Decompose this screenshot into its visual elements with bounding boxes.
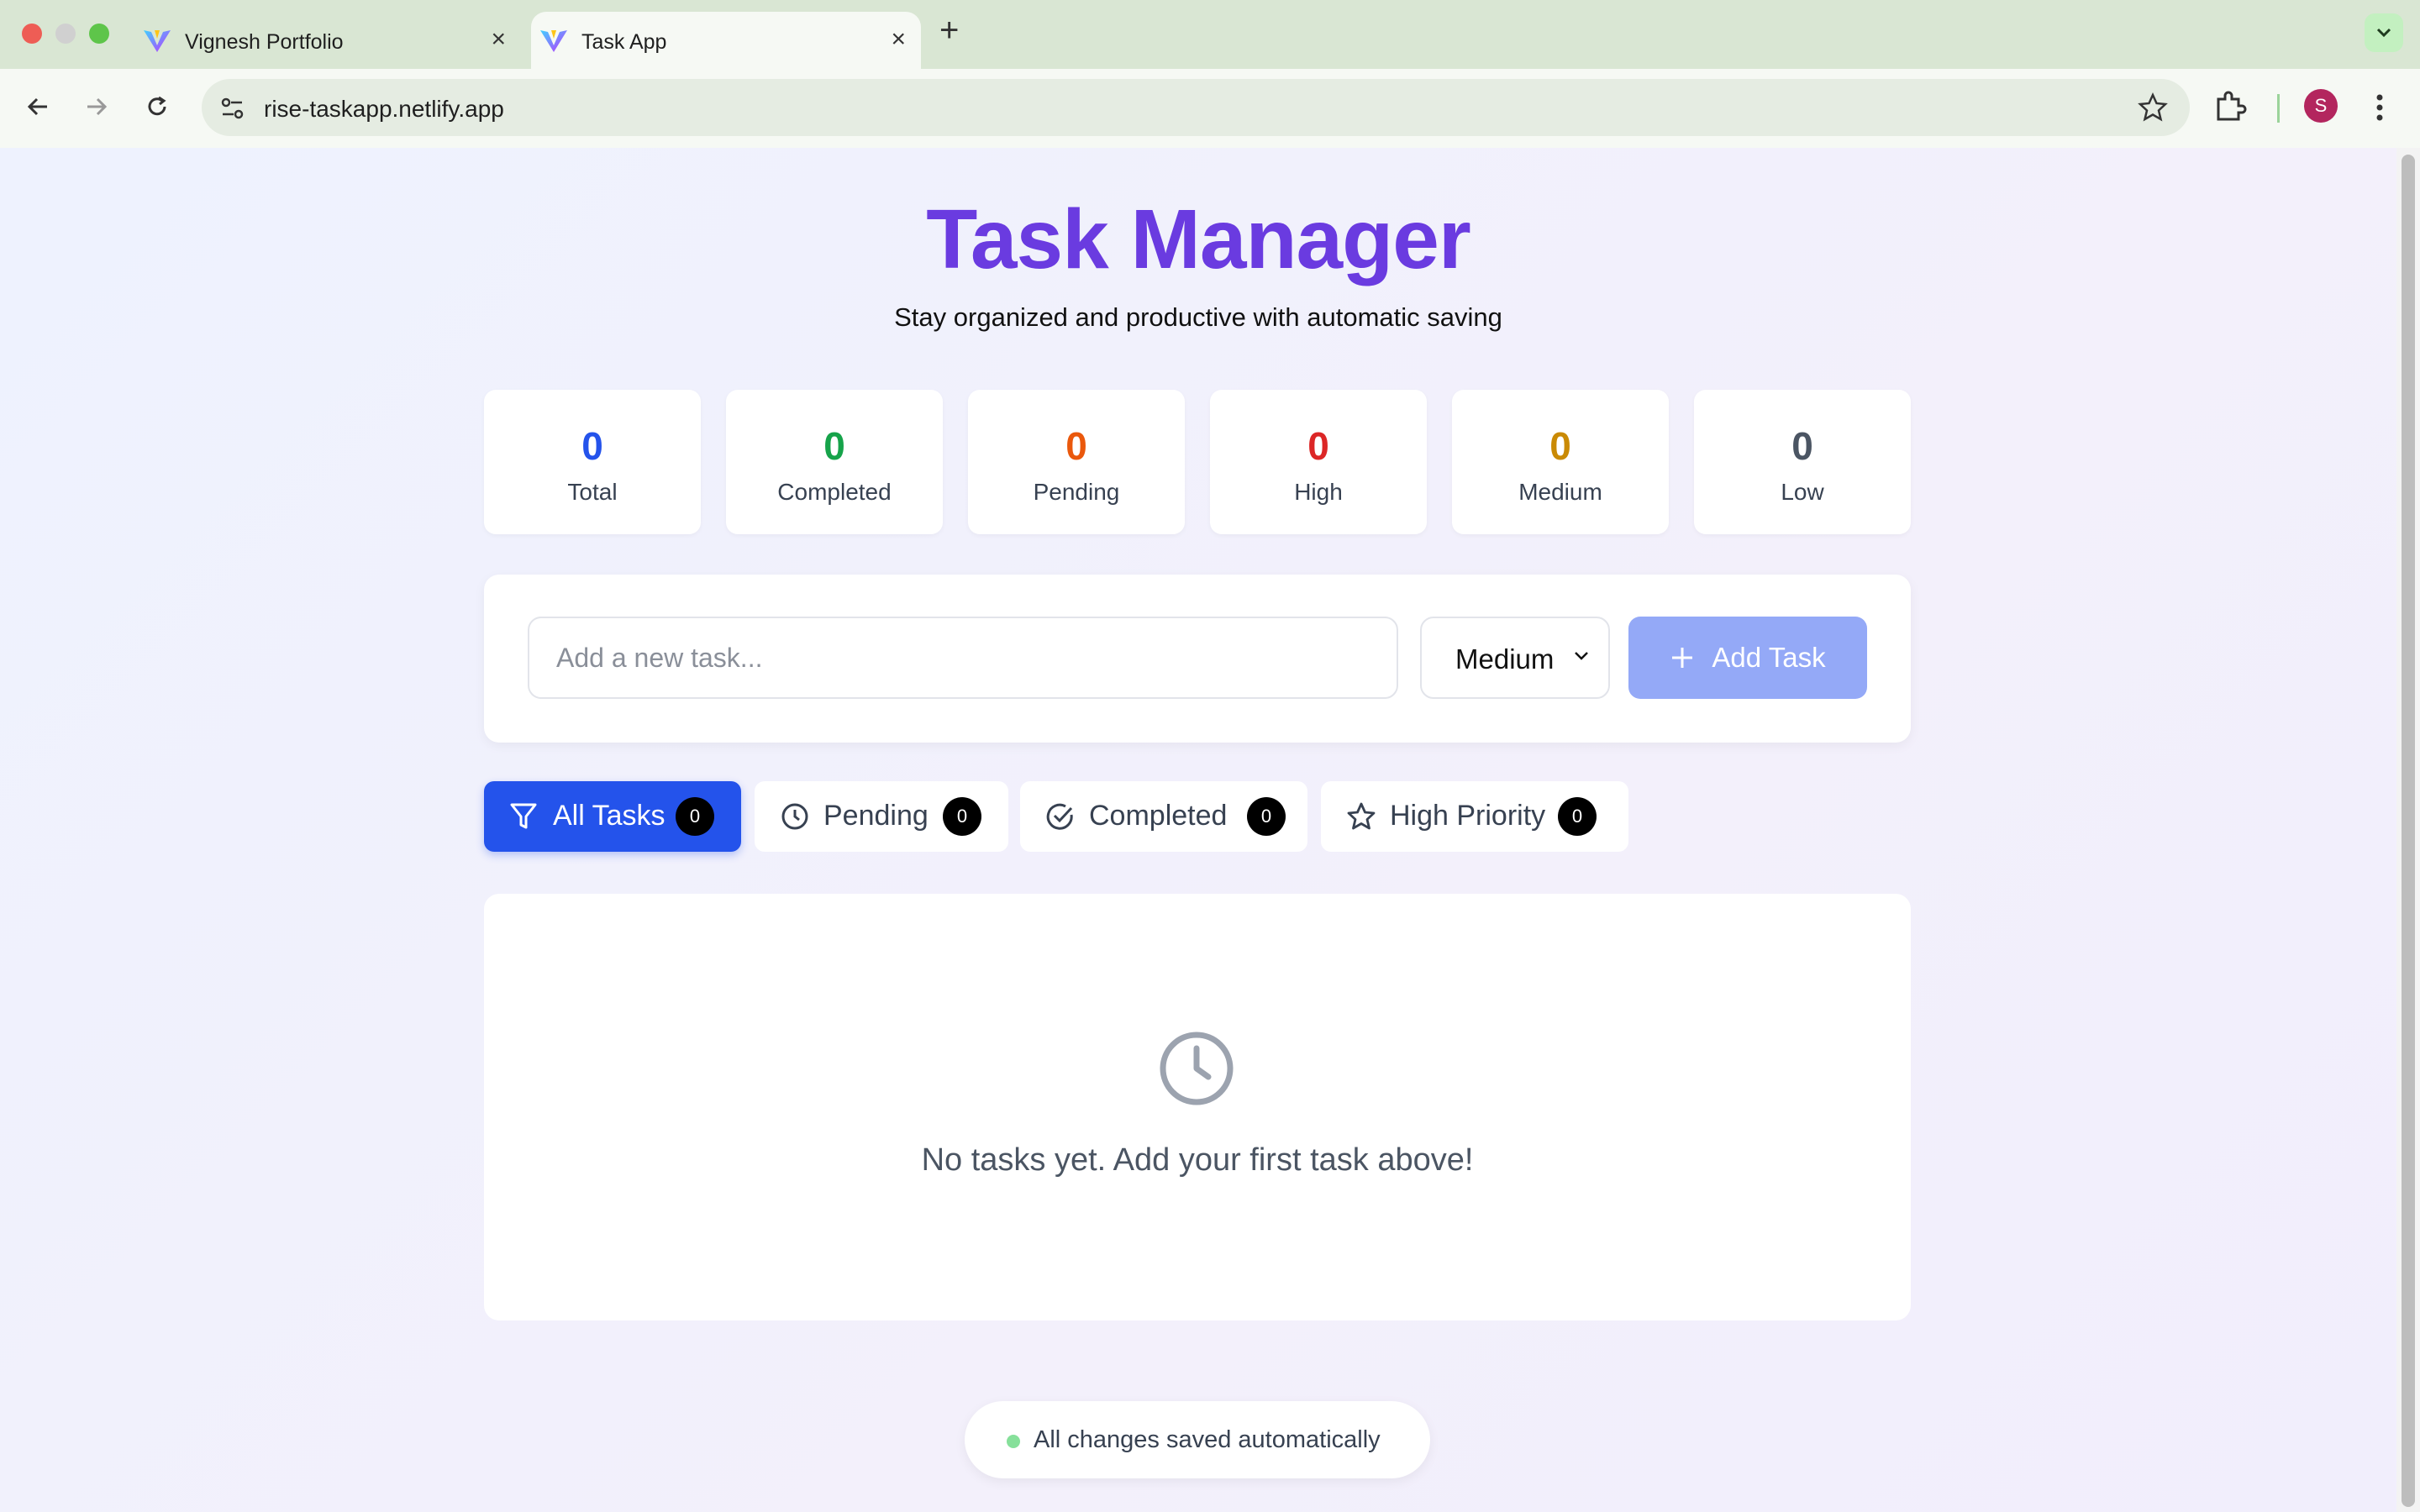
stat-card-medium: 0 Medium bbox=[1452, 390, 1669, 534]
vite-favicon-icon bbox=[540, 30, 567, 52]
url-text: rise-taskapp.netlify.app bbox=[264, 96, 504, 122]
page-title: Task Manager bbox=[926, 192, 1471, 286]
tab-task-app[interactable]: Task App × bbox=[531, 12, 921, 69]
stat-card-pending: 0 Pending bbox=[968, 390, 1185, 534]
add-task-card: Medium Add Task bbox=[484, 575, 1911, 743]
filter-count-badge: 0 bbox=[1247, 797, 1286, 836]
stat-label: Pending bbox=[1033, 479, 1120, 505]
priority-select[interactable]: Medium bbox=[1420, 617, 1610, 699]
close-window-button[interactable] bbox=[22, 24, 42, 44]
empty-state-message: No tasks yet. Add your first task above! bbox=[921, 1142, 1474, 1178]
check-circle-icon bbox=[1046, 803, 1073, 830]
forward-button[interactable] bbox=[76, 86, 118, 128]
stat-label: Medium bbox=[1518, 479, 1602, 505]
plus-icon bbox=[1672, 648, 1693, 668]
stat-label: Completed bbox=[777, 479, 892, 505]
stat-card-low: 0 Low bbox=[1694, 390, 1911, 534]
toolbar-separator bbox=[2277, 94, 2280, 123]
stat-card-total: 0 Total bbox=[484, 390, 701, 534]
task-input[interactable] bbox=[528, 617, 1398, 699]
save-status-text: All changes saved automatically bbox=[1034, 1426, 1381, 1453]
tab-close-icon[interactable]: × bbox=[891, 25, 906, 54]
tab-search-button[interactable] bbox=[2365, 13, 2403, 52]
saved-status-dot bbox=[1007, 1435, 1020, 1448]
filter-tabs: All Tasks 0 Pending 0 Completed 0 High P… bbox=[484, 781, 1660, 852]
filter-icon bbox=[510, 803, 537, 829]
arrow-left-icon bbox=[27, 97, 47, 116]
clock-icon bbox=[781, 803, 808, 830]
stat-label: High bbox=[1294, 479, 1343, 505]
browser-toolbar: rise-taskapp.netlify.app S bbox=[0, 69, 2420, 150]
priority-selected-value: Medium bbox=[1455, 643, 1555, 675]
reload-button[interactable] bbox=[136, 86, 178, 128]
clock-icon bbox=[1160, 1032, 1234, 1105]
filter-all-tasks[interactable]: All Tasks 0 bbox=[484, 781, 741, 852]
filter-label: All Tasks bbox=[553, 800, 666, 832]
stat-label: Low bbox=[1781, 479, 1824, 505]
filter-count-badge: 0 bbox=[676, 797, 714, 836]
tab-close-icon[interactable]: × bbox=[491, 25, 506, 54]
filter-pending[interactable]: Pending 0 bbox=[755, 781, 1008, 852]
filter-completed[interactable]: Completed 0 bbox=[1020, 781, 1307, 852]
address-bar[interactable]: rise-taskapp.netlify.app bbox=[202, 79, 2190, 136]
arrow-right-icon bbox=[87, 97, 108, 116]
more-menu-icon[interactable] bbox=[2371, 91, 2388, 124]
browser-chrome: Vignesh Portfolio × Task App × + rise-ta… bbox=[0, 0, 2420, 150]
minimize-window-button[interactable] bbox=[55, 24, 76, 44]
tab-vignesh-portfolio[interactable]: Vignesh Portfolio × bbox=[134, 12, 521, 69]
page-subtitle: Stay organized and productive with autom… bbox=[894, 302, 1502, 332]
stat-value: 0 bbox=[1065, 424, 1087, 468]
filter-high-priority[interactable]: High Priority 0 bbox=[1321, 781, 1628, 852]
stat-label: Total bbox=[567, 479, 618, 505]
reload-icon bbox=[148, 96, 166, 116]
tab-strip: Vignesh Portfolio × Task App × + bbox=[0, 0, 2420, 69]
page-scrollbar[interactable] bbox=[2396, 148, 2420, 1512]
stat-value: 0 bbox=[1549, 424, 1571, 468]
back-button[interactable] bbox=[17, 86, 59, 128]
save-status-pill: All changes saved automatically bbox=[965, 1401, 1430, 1478]
vite-favicon-icon bbox=[144, 30, 171, 52]
stat-value: 0 bbox=[581, 424, 603, 468]
bookmark-star-icon[interactable] bbox=[2136, 91, 2170, 124]
scrollbar-thumb[interactable] bbox=[2402, 155, 2415, 1507]
filter-count-badge: 0 bbox=[1558, 797, 1597, 836]
tab-title: Task App bbox=[581, 30, 667, 54]
stat-value: 0 bbox=[823, 424, 845, 468]
maximize-window-button[interactable] bbox=[89, 24, 109, 44]
filter-label: Completed bbox=[1089, 800, 1228, 832]
profile-avatar[interactable]: S bbox=[2304, 89, 2338, 123]
stat-card-high: 0 High bbox=[1210, 390, 1427, 534]
extensions-icon[interactable] bbox=[2212, 87, 2249, 124]
chevron-down-icon bbox=[1575, 652, 1588, 660]
stat-value: 0 bbox=[1791, 424, 1813, 468]
stat-value: 0 bbox=[1307, 424, 1329, 468]
stats-row: 0 Total 0 Completed 0 Pending 0 High 0 M… bbox=[484, 390, 1911, 534]
new-tab-button[interactable]: + bbox=[939, 12, 959, 50]
chevron-down-icon bbox=[2376, 28, 2391, 38]
add-task-label: Add Task bbox=[1712, 642, 1826, 673]
stat-card-completed: 0 Completed bbox=[726, 390, 943, 534]
filter-count-badge: 0 bbox=[943, 797, 981, 836]
filter-label: High Priority bbox=[1390, 800, 1546, 832]
page-content: Task Manager Stay organized and producti… bbox=[0, 148, 2396, 1512]
filter-label: Pending bbox=[823, 800, 929, 832]
tab-title: Vignesh Portfolio bbox=[185, 30, 344, 54]
site-info-icon[interactable] bbox=[218, 94, 247, 123]
star-icon bbox=[1347, 802, 1376, 830]
add-task-button[interactable]: Add Task bbox=[1628, 617, 1867, 699]
task-list-empty-state: No tasks yet. Add your first task above! bbox=[484, 894, 1911, 1320]
